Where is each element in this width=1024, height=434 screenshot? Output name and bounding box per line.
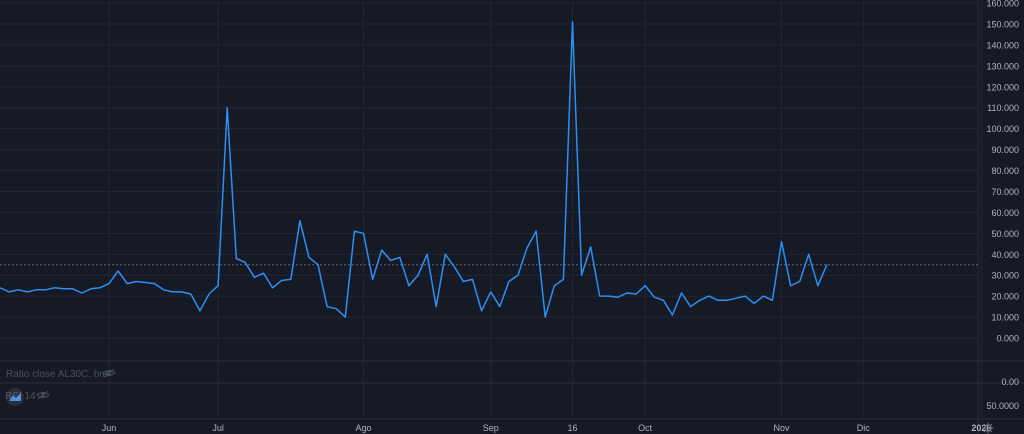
time-axis[interactable]: JunJulAgoSep16OctNovDic202620Feb [102, 423, 1024, 433]
y-tick-label: 90.000 [991, 145, 1019, 155]
x-tick-label: Ago [355, 423, 371, 433]
y-tick-label: 160.000 [986, 0, 1019, 9]
y-tick-label: 10.000 [991, 313, 1019, 323]
pane-separators [0, 0, 1024, 434]
y-tick-label: 140.000 [986, 40, 1019, 50]
y-tick-label: 110.000 [987, 103, 1019, 113]
x-tick-label: Jun [102, 423, 117, 433]
chart[interactable]: 160.000150.000140.000130.000120.000110.0… [0, 0, 1024, 434]
y-tick-label: 150.000 [986, 19, 1019, 29]
y-tick-label: 80.000 [991, 166, 1019, 176]
y-tick-label: 70.000 [991, 187, 1019, 197]
x-tick-label: Oct [638, 423, 653, 433]
x-tick-label: Sep [483, 423, 499, 433]
x-tick-label: Dic [857, 423, 870, 433]
y-tick-label: 120.000 [986, 82, 1019, 92]
y-tick-label: 50.000 [991, 229, 1019, 239]
indicator-label: Ratio close AL30C, bm [6, 369, 108, 380]
y-tick-label: 60.000 [991, 208, 1019, 218]
x-tick-label: 16 [567, 423, 577, 433]
x-tick-label: Jul [212, 423, 224, 433]
indicator-legend[interactable]: Ratio close AL30C, bm [6, 368, 116, 380]
y-tick-label: 40.000 [991, 250, 1019, 260]
grid [0, 0, 982, 419]
sub-scale-top: 0.00 [1001, 377, 1019, 387]
eye-off-icon[interactable] [36, 390, 50, 400]
price-axis[interactable]: 160.000 150.000 140.000 130.000 120.000 110.0… [986, 0, 1019, 344]
y-tick-label: 100.000 [986, 124, 1019, 134]
y-tick-label: 30.000 [991, 271, 1019, 281]
y-tick-label: 130.000 [986, 61, 1019, 71]
y-tick-label: 20.000 [991, 292, 1019, 302]
x-tick-label: Nov [773, 423, 790, 433]
sub-pane-legend[interactable]: RSI 14 [5, 388, 50, 406]
y-tick-label: 0.000 [996, 334, 1019, 344]
sub-indicator-label: RSI 14 [5, 391, 36, 402]
sub-scale-bottom: 50.0000 [986, 401, 1019, 411]
